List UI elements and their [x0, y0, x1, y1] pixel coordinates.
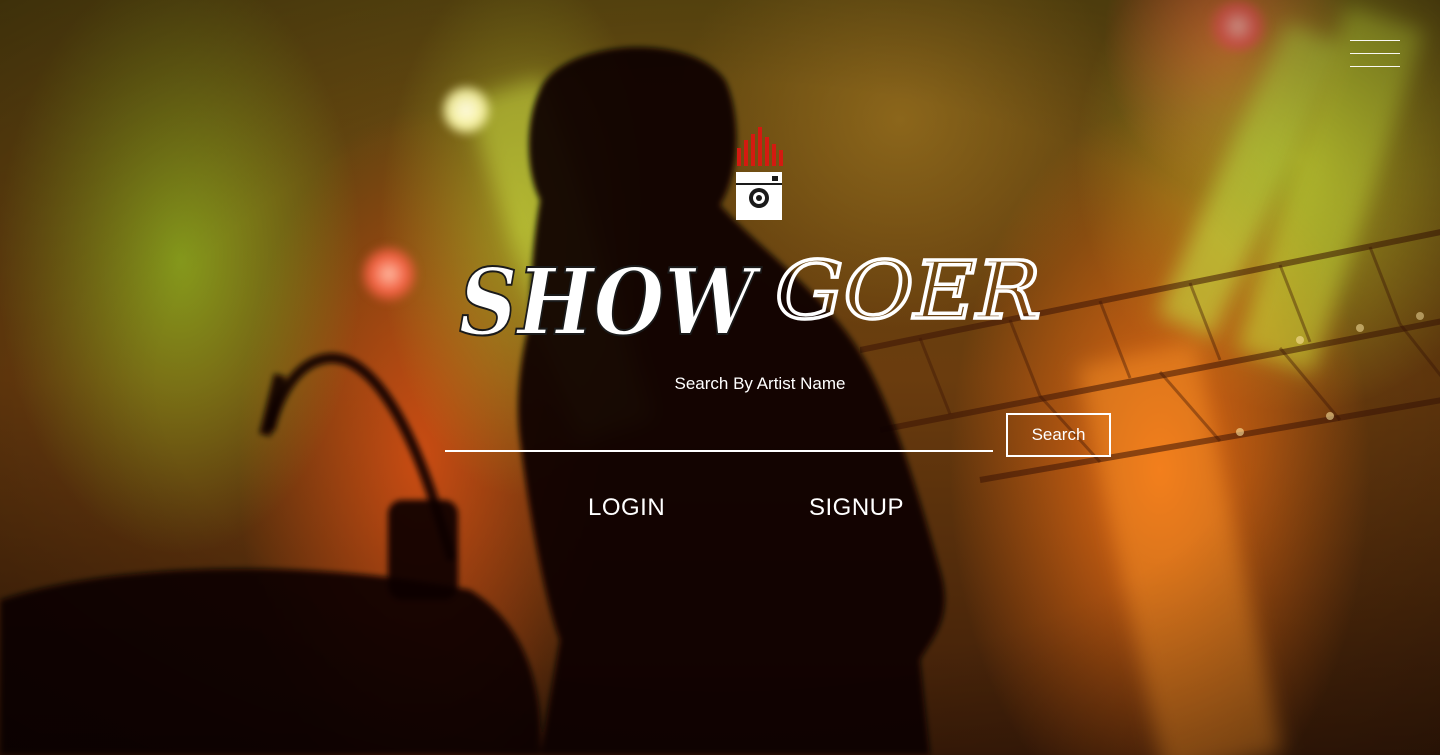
wordmark-show: SHOW: [459, 248, 762, 356]
login-link[interactable]: LOGIN: [588, 494, 665, 522]
search-label: Search By Artist Name: [674, 374, 846, 393]
showgoer-logo-icon: [736, 127, 783, 220]
hamburger-menu-icon[interactable]: [1350, 40, 1400, 68]
search-button[interactable]: Search: [1006, 413, 1111, 457]
signup-link[interactable]: SIGNUP: [809, 494, 904, 522]
wordmark-goer: GOER: [775, 248, 1041, 337]
showgoer-wordmark: SHOW GOER: [458, 248, 1043, 357]
artist-search-input[interactable]: [445, 416, 993, 452]
hero-page: SHOW GOER Search By Artist Name Search L…: [0, 0, 1440, 755]
